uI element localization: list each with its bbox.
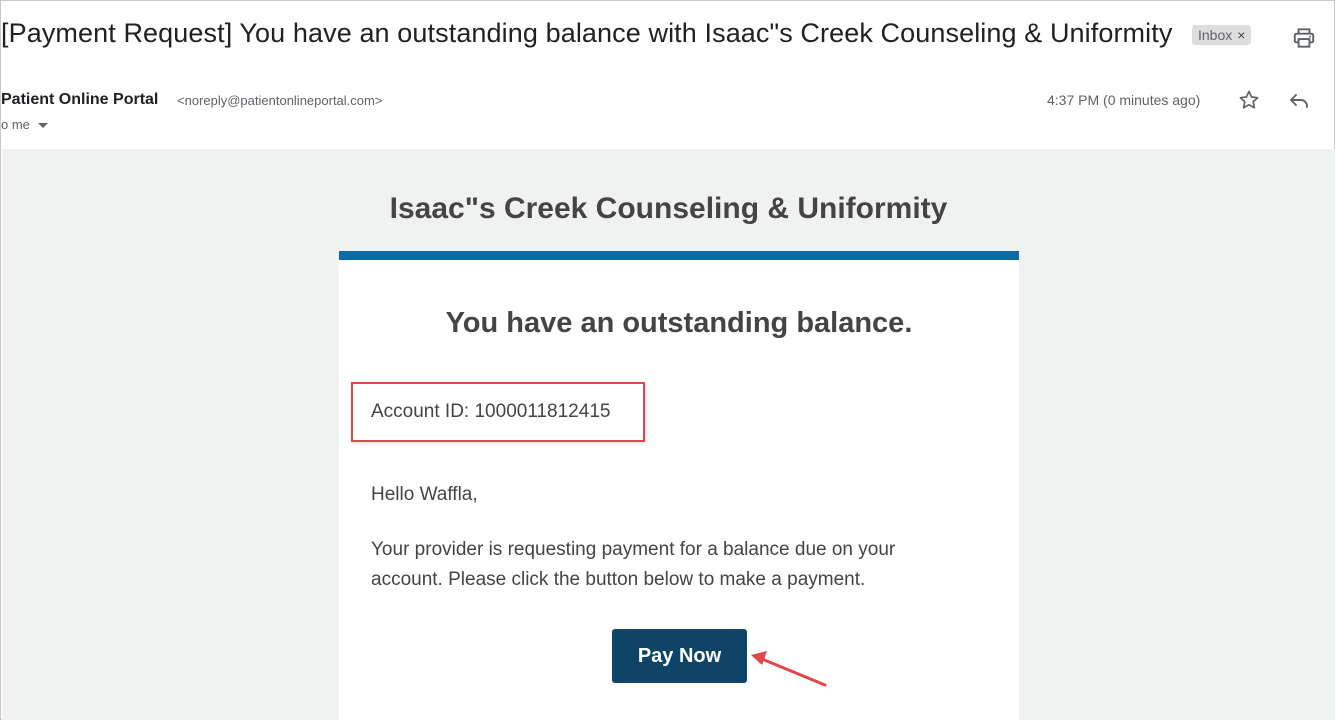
sender-email: <noreply@patientonlineportal.com> [177,93,383,108]
email-body: Isaac"s Creek Counseling & Uniformity Yo… [2,149,1335,720]
sender-name: Patient Online Portal [1,91,159,108]
email-subject: [Payment Request] You have an outstandin… [1,18,1173,48]
reply-icon[interactable] [1287,88,1311,112]
email-header: [Payment Request] You have an outstandin… [1,15,1334,59]
greeting: Hello Waffla, [371,484,478,505]
balance-headline: You have an outstanding balance. [445,307,913,339]
email-timestamp: 4:37 PM (0 minutes ago) [1047,92,1201,108]
recipient-label: o me [1,117,30,132]
star-icon[interactable] [1237,88,1261,112]
sender-row: Patient Online Portal <noreply@patienton… [1,87,1334,137]
chevron-down-icon[interactable] [37,123,48,129]
inbox-label-text: Inbox [1198,27,1233,43]
recipient-details-toggle[interactable]: o me [1,117,48,132]
account-id: Account ID: 1000011812415 [371,401,611,422]
practice-name: Isaac"s Creek Counseling & Uniformity [389,192,948,225]
pay-now-button[interactable]: Pay Now [612,629,747,683]
inbox-label-chip[interactable]: Inbox × [1192,25,1252,45]
remove-label-icon[interactable]: × [1237,27,1245,43]
payment-request-card: You have an outstanding balance. Account… [339,251,1019,720]
payment-message: Your provider is requesting payment for … [371,539,896,590]
account-id-highlight: Account ID: 1000011812415 [351,382,645,442]
print-icon[interactable] [1291,25,1317,51]
